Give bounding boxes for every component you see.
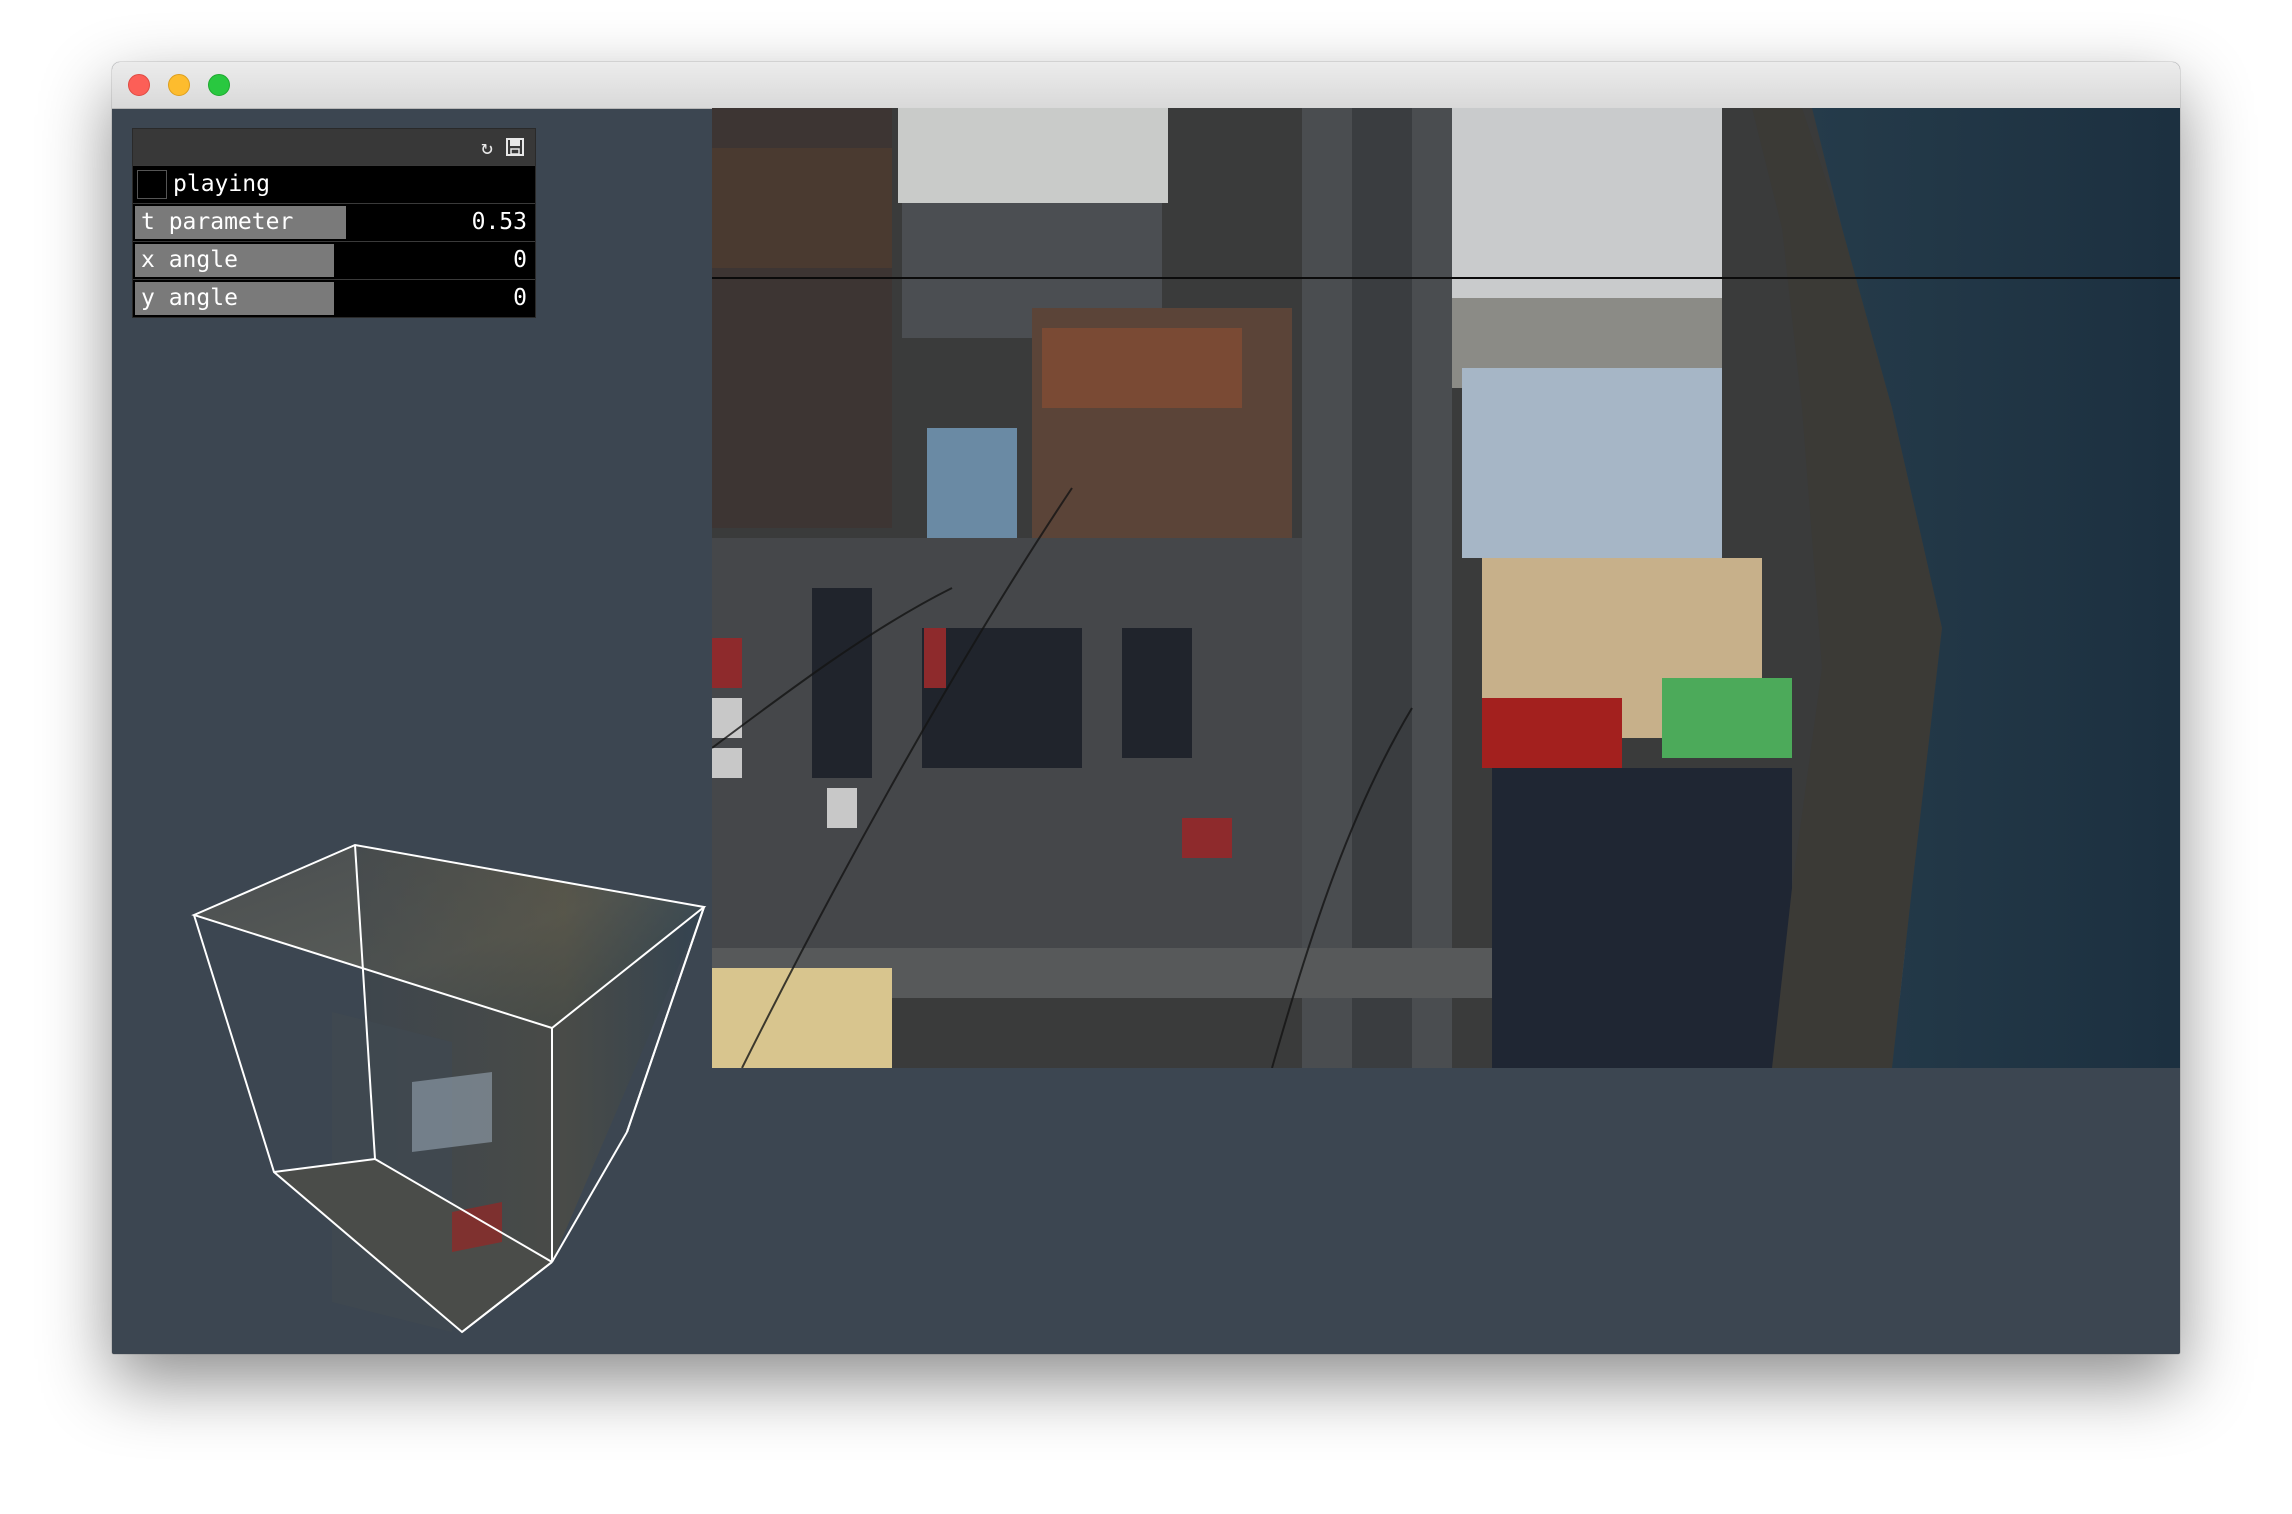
app-window: ↻ playing t parameter 0.53 x angle 0 y a… [112, 62, 2180, 1354]
t-parameter-slider[interactable]: t parameter 0.53 [133, 203, 535, 241]
t-parameter-label: t parameter [141, 209, 294, 235]
close-window-button[interactable] [128, 74, 150, 96]
x-angle-value: 0 [513, 247, 527, 273]
maximize-window-button[interactable] [208, 74, 230, 96]
playing-checkbox[interactable] [137, 170, 167, 199]
title-bar [112, 62, 2180, 109]
y-angle-value: 0 [513, 285, 527, 311]
gui-panel-header: ↻ [133, 129, 535, 165]
x-angle-label: x angle [141, 247, 238, 273]
aerial-view-image [712, 108, 2180, 1068]
y-angle-slider[interactable]: y angle 0 [133, 279, 535, 317]
video-frame [712, 108, 2180, 1068]
save-icon[interactable] [503, 135, 527, 159]
gui-panel: ↻ playing t parameter 0.53 x angle 0 y a… [132, 128, 536, 318]
t-parameter-value: 0.53 [471, 209, 527, 235]
x-angle-slider[interactable]: x angle 0 [133, 241, 535, 279]
y-angle-label: y angle [141, 285, 238, 311]
horizontal-guide-line [712, 277, 2180, 279]
video-cube-preview[interactable] [152, 782, 732, 1342]
playing-toggle[interactable]: playing [133, 165, 535, 203]
minimize-window-button[interactable] [168, 74, 190, 96]
reload-icon[interactable]: ↻ [475, 135, 499, 159]
playing-label: playing [173, 171, 270, 197]
